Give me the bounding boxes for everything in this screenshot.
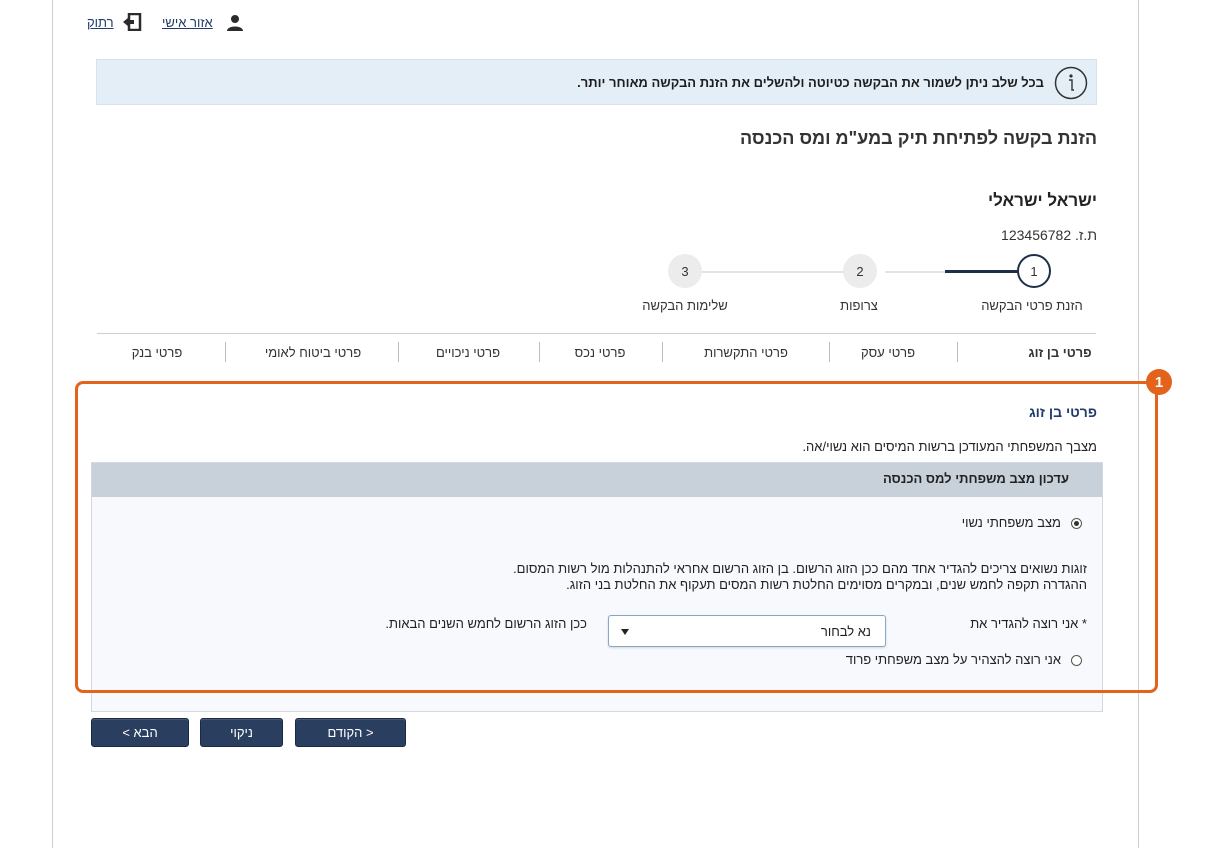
step-1-circle: 1 [1017, 254, 1051, 288]
stepper-line [885, 271, 945, 273]
tab-contact-details[interactable]: פרטי התקשרות [704, 345, 788, 360]
tab-spouse-details[interactable]: פרטי בן זוג [1028, 345, 1091, 360]
user-id: ת.ז. 123456782 [1001, 227, 1097, 243]
tab-separator [957, 342, 958, 362]
step-2-label: צרופות [840, 298, 878, 313]
tab-separator [398, 342, 399, 362]
tab-deductions-details[interactable]: פרטי ניכויים [436, 345, 500, 360]
person-icon [227, 15, 243, 31]
stepper-line-progress [945, 270, 1020, 273]
tab-business-details[interactable]: פרטי עסק [861, 345, 915, 360]
annotation-marker: 1 [1146, 369, 1172, 395]
tabs-divider [97, 333, 1096, 334]
step-2-circle: 2 [843, 254, 877, 288]
clear-button[interactable]: ניקוי [200, 718, 283, 747]
tab-separator [829, 342, 830, 362]
next-button[interactable]: הבא > [91, 718, 189, 747]
user-name: ישראל ישראלי [987, 191, 1097, 210]
info-icon [1054, 66, 1088, 100]
page-title: הזנת בקשה לפתיחת תיק במע"מ ומס הכנסה [740, 128, 1097, 148]
tab-separator [539, 342, 540, 362]
tab-separator [662, 342, 663, 362]
tab-national-insurance-details[interactable]: פרטי ביטוח לאומי [265, 345, 361, 360]
tab-separator [225, 342, 226, 362]
personal-area-link[interactable]: אזור אישי [162, 15, 213, 30]
tab-bank-details[interactable]: פרטי בנק [132, 345, 183, 360]
banner-text-bold: בכל שלב ניתן לשמור את הבקשה כטיוטה ולהשל… [753, 75, 1044, 90]
logout-icon[interactable] [122, 13, 142, 31]
tab-property-details[interactable]: פרטי נכס [575, 345, 626, 360]
banner-text-rest: את הזנת הבקשה מאוחר יותר. [577, 75, 754, 90]
step-3-circle: 3 [668, 254, 702, 288]
prev-button[interactable]: < הקודם [295, 718, 406, 747]
logout-link[interactable]: רתוק [87, 15, 114, 30]
stepper-line [702, 271, 852, 273]
banner-text: בכל שלב ניתן לשמור את הבקשה כטיוטה ולהשל… [577, 75, 1044, 90]
highlight-frame [75, 381, 1158, 693]
info-banner: בכל שלב ניתן לשמור את הבקשה כטיוטה ולהשל… [96, 59, 1097, 105]
step-1-label: הזנת פרטי הבקשה [981, 298, 1083, 313]
step-3-label: שלימות הבקשה [642, 298, 728, 313]
